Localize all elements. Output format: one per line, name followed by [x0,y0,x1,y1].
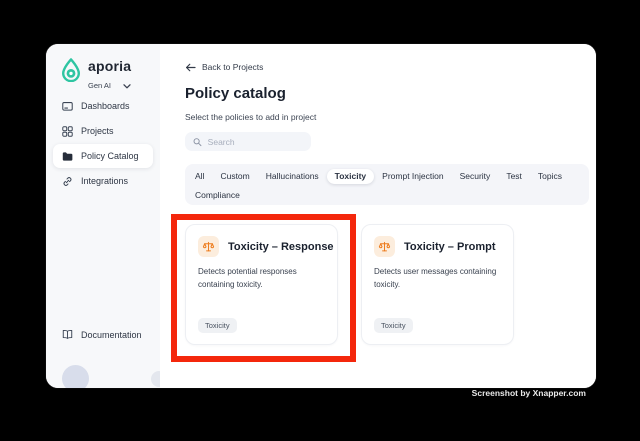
tab-hallucinations[interactable]: Hallucinations [258,169,327,184]
back-to-projects-link[interactable]: Back to Projects [185,62,263,72]
tab-test[interactable]: Test [498,169,530,184]
sidebar-item-dashboards[interactable]: Dashboards [53,94,153,118]
sidebar-item-label: Dashboards [81,101,130,111]
sidebar-item-projects[interactable]: Projects [53,119,153,143]
arrow-left-icon [185,63,196,71]
watermark-text: Screenshot by Xnapper.com [471,388,586,398]
sidebar-item-documentation[interactable]: Documentation [62,329,142,340]
dashboard-icon [62,101,73,111]
tab-all[interactable]: All [187,169,212,184]
tab-prompt-injection[interactable]: Prompt Injection [374,169,451,184]
sidebar-item-label: Projects [81,126,114,136]
card-description: Detects user messages containing toxicit… [374,267,497,289]
tab-topics[interactable]: Topics [530,169,570,184]
category-filter-tabs: All Custom Hallucinations Toxicity Promp… [185,164,589,205]
scales-icon [374,236,395,257]
workspace-switcher[interactable]: Gen AI [88,76,131,94]
sidebar-item-label: Integrations [81,176,129,186]
brand: aporia Gen AI [61,58,131,94]
tab-custom[interactable]: Custom [212,169,257,184]
card-header: Toxicity – Prompt [374,236,503,257]
grid-icon [62,125,73,137]
search-icon [193,137,202,146]
workspace-name: Gen AI [88,80,111,90]
card-title: Toxicity – Response [228,240,334,253]
card-description: Detects potential responses containing t… [198,267,297,289]
card-title: Toxicity – Prompt [404,240,496,253]
tab-toxicity[interactable]: Toxicity [326,168,375,184]
tabs-row-2: Compliance [187,187,587,203]
brand-name: aporia [88,58,132,74]
sidebar-item-integrations[interactable]: Integrations [53,169,153,193]
sidebar-item-label: Policy Catalog [81,151,139,161]
app-window: aporia Gen AI Dashboards Projects Policy… [46,44,596,388]
page-subtitle: Select the policies to add in project [185,112,317,122]
folder-icon [62,151,73,161]
card-tag-toxicity: Toxicity [198,318,237,333]
tab-security[interactable]: Security [452,169,499,184]
policy-card-toxicity-response[interactable]: Toxicity – Response Detects potential re… [185,224,338,345]
policy-card-toxicity-prompt[interactable]: Toxicity – Prompt Detects user messages … [361,224,514,345]
avatar[interactable] [62,365,89,388]
policy-cards: Toxicity – Response Detects potential re… [185,224,514,345]
back-link-label: Back to Projects [202,62,264,72]
link-icon [63,176,72,186]
scales-icon [198,236,219,257]
tabs-row-1: All Custom Hallucinations Toxicity Promp… [187,168,587,184]
documentation-label: Documentation [81,329,142,340]
main-content: Back to Projects Policy catalog Select t… [160,44,596,388]
aporia-logo-icon [61,58,81,87]
page-title: Policy catalog [185,85,286,102]
sidebar-item-policy-catalog[interactable]: Policy Catalog [53,144,153,168]
card-header: Toxicity – Response [198,236,334,257]
tab-compliance[interactable]: Compliance [187,188,248,203]
book-icon [62,329,73,339]
search-input[interactable] [207,136,303,147]
chevron-down-icon [123,76,131,94]
card-tag-toxicity: Toxicity [374,318,413,333]
sidebar: aporia Gen AI Dashboards Projects Policy… [46,44,160,388]
sidebar-nav: Dashboards Projects Policy Catalog Integ… [53,94,153,193]
search-box[interactable] [185,132,311,151]
